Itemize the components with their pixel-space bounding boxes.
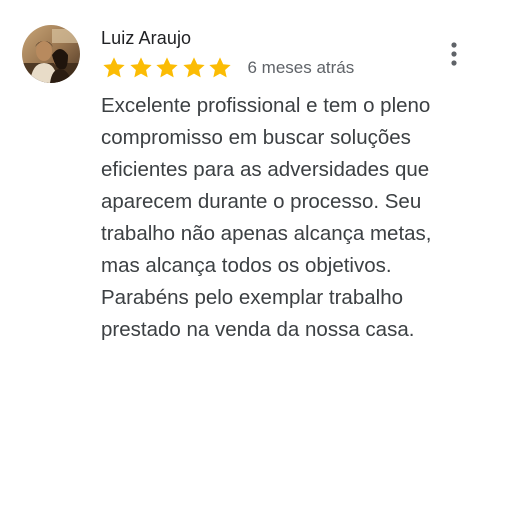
review-date: 6 meses atrás xyxy=(247,58,355,77)
more-options-button[interactable] xyxy=(440,38,468,70)
review-card: Luiz Araujo 6 meses atrás Excelente prof… xyxy=(0,0,520,520)
reviewer-name[interactable]: Luiz Araujo xyxy=(101,28,191,49)
avatar[interactable] xyxy=(22,25,80,83)
star-rating xyxy=(101,55,234,81)
rating-row: 6 meses atrás xyxy=(101,54,354,82)
star-icon xyxy=(207,55,233,81)
avatar-photo xyxy=(22,25,80,83)
star-icon xyxy=(154,55,180,81)
star-icon xyxy=(101,55,127,81)
review-text: Excelente profissional e tem o pleno com… xyxy=(101,94,432,341)
star-icon xyxy=(128,55,154,81)
star-icon xyxy=(181,55,207,81)
more-vert-icon xyxy=(451,42,457,66)
